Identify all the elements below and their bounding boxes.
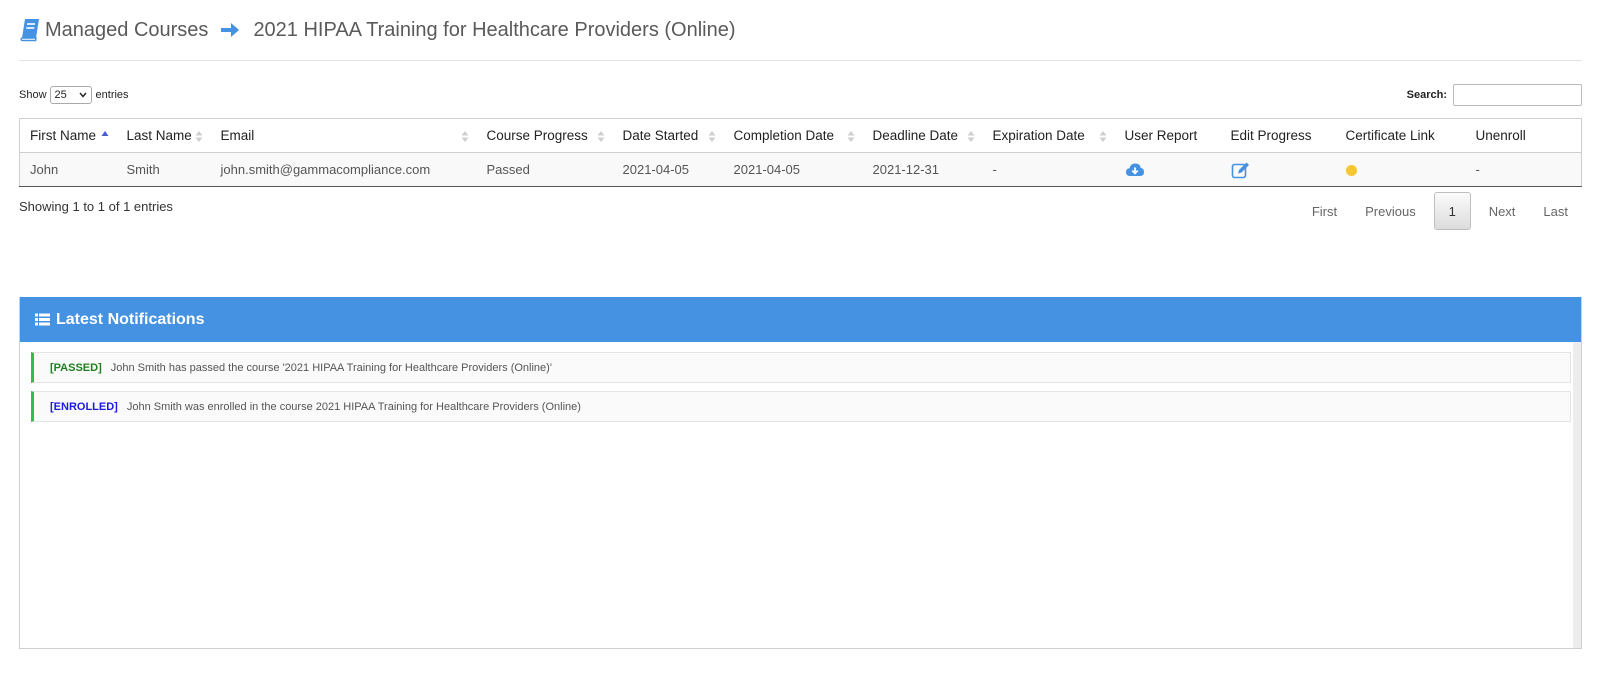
breadcrumb: Managed Courses 2021 HIPAA Training for … — [19, 14, 736, 46]
sort-icon — [1099, 131, 1106, 142]
table-info: Showing 1 to 1 of 1 entries — [19, 199, 173, 214]
column-expiration-date[interactable]: Expiration Date — [982, 118, 1115, 153]
notification-text: John Smith has passed the course '2021 H… — [110, 361, 552, 374]
book-icon — [20, 19, 39, 42]
table-row: John Smith john.smith@gammacompliance.co… — [19, 152, 1582, 187]
breadcrumb-managed-courses[interactable]: Managed Courses — [45, 19, 208, 42]
page-size-control: Show 25 entries — [19, 86, 129, 104]
cell-certificate-link — [1335, 152, 1466, 187]
sort-icon — [847, 131, 854, 142]
arrow-right-icon — [221, 23, 240, 37]
pagination: First Previous 1 Next Last — [1298, 192, 1582, 230]
cell-last-name: Smith — [116, 152, 211, 187]
cell-email: john.smith@gammacompliance.com — [210, 152, 477, 187]
sort-icon — [708, 131, 715, 142]
cell-deadline-date: 2021-12-31 — [862, 152, 983, 187]
column-last-name[interactable]: Last Name — [116, 118, 211, 153]
status-dot-icon[interactable] — [1345, 165, 1357, 177]
column-edit-progress: Edit Progress — [1220, 118, 1336, 153]
table-header-row: First Name Last Name Email Course Progre… — [19, 118, 1582, 153]
sort-icon — [967, 131, 974, 142]
pagination-first[interactable]: First — [1298, 192, 1351, 230]
cloud-download-icon[interactable] — [1125, 161, 1145, 179]
search-label: Search: — [1406, 89, 1447, 101]
column-certificate-link: Certificate Link — [1335, 118, 1466, 153]
chevron-down-icon — [78, 92, 87, 98]
enrollments-table: First Name Last Name Email Course Progre… — [19, 118, 1582, 187]
edit-icon[interactable] — [1231, 161, 1251, 179]
page-title: 2021 HIPAA Training for Healthcare Provi… — [253, 18, 736, 41]
pagination-page-1[interactable]: 1 — [1433, 192, 1471, 230]
cell-unenroll: - — [1465, 152, 1582, 187]
notification-item: [ENROLLED] John Smith was enrolled in th… — [31, 391, 1571, 422]
cell-completion-date: 2021-04-05 — [723, 152, 863, 187]
pagination-last[interactable]: Last — [1529, 192, 1582, 230]
sort-icon — [461, 131, 468, 142]
search-input[interactable] — [1453, 84, 1582, 106]
scrollbar[interactable] — [1573, 342, 1581, 648]
notifications-title: Latest Notifications — [56, 310, 205, 328]
column-course-progress[interactable]: Course Progress — [476, 118, 613, 153]
page-size-value: 25 — [54, 89, 67, 101]
cell-expiration-date: - — [982, 152, 1115, 187]
show-label: Show — [19, 89, 47, 101]
notifications-header: Latest Notifications — [20, 297, 1581, 342]
header-divider — [19, 60, 1582, 61]
page-size-select[interactable]: 25 — [49, 86, 92, 104]
column-deadline-date[interactable]: Deadline Date — [862, 118, 983, 153]
notification-tag: [ENROLLED] — [50, 400, 118, 413]
notifications-list: [PASSED] John Smith has passed the cours… — [20, 342, 1581, 649]
column-date-started[interactable]: Date Started — [612, 118, 724, 153]
entries-label: entries — [95, 89, 129, 101]
sort-icon — [195, 131, 202, 142]
pagination-next[interactable]: Next — [1475, 192, 1530, 230]
column-unenroll: Unenroll — [1465, 118, 1582, 153]
column-completion-date[interactable]: Completion Date — [723, 118, 863, 153]
notification-text: John Smith was enrolled in the course 20… — [126, 400, 581, 413]
cell-course-progress: Passed — [476, 152, 613, 187]
sort-icon — [597, 131, 604, 142]
cell-edit-progress — [1220, 152, 1336, 187]
column-user-report: User Report — [1114, 118, 1221, 153]
list-icon — [35, 313, 50, 326]
cell-user-report — [1114, 152, 1221, 187]
search-control: Search: — [1407, 84, 1582, 106]
cell-date-started: 2021-04-05 — [612, 152, 724, 187]
notification-tag: [PASSED] — [50, 361, 102, 374]
pagination-previous[interactable]: Previous — [1351, 192, 1430, 230]
column-email[interactable]: Email — [210, 118, 477, 153]
cell-first-name: John — [19, 152, 117, 187]
notification-item: [PASSED] John Smith has passed the cours… — [31, 352, 1571, 383]
column-first-name[interactable]: First Name — [19, 118, 117, 153]
sort-ascending-icon — [101, 131, 108, 136]
notifications-panel: Latest Notifications [PASSED] John Smith… — [19, 297, 1582, 649]
